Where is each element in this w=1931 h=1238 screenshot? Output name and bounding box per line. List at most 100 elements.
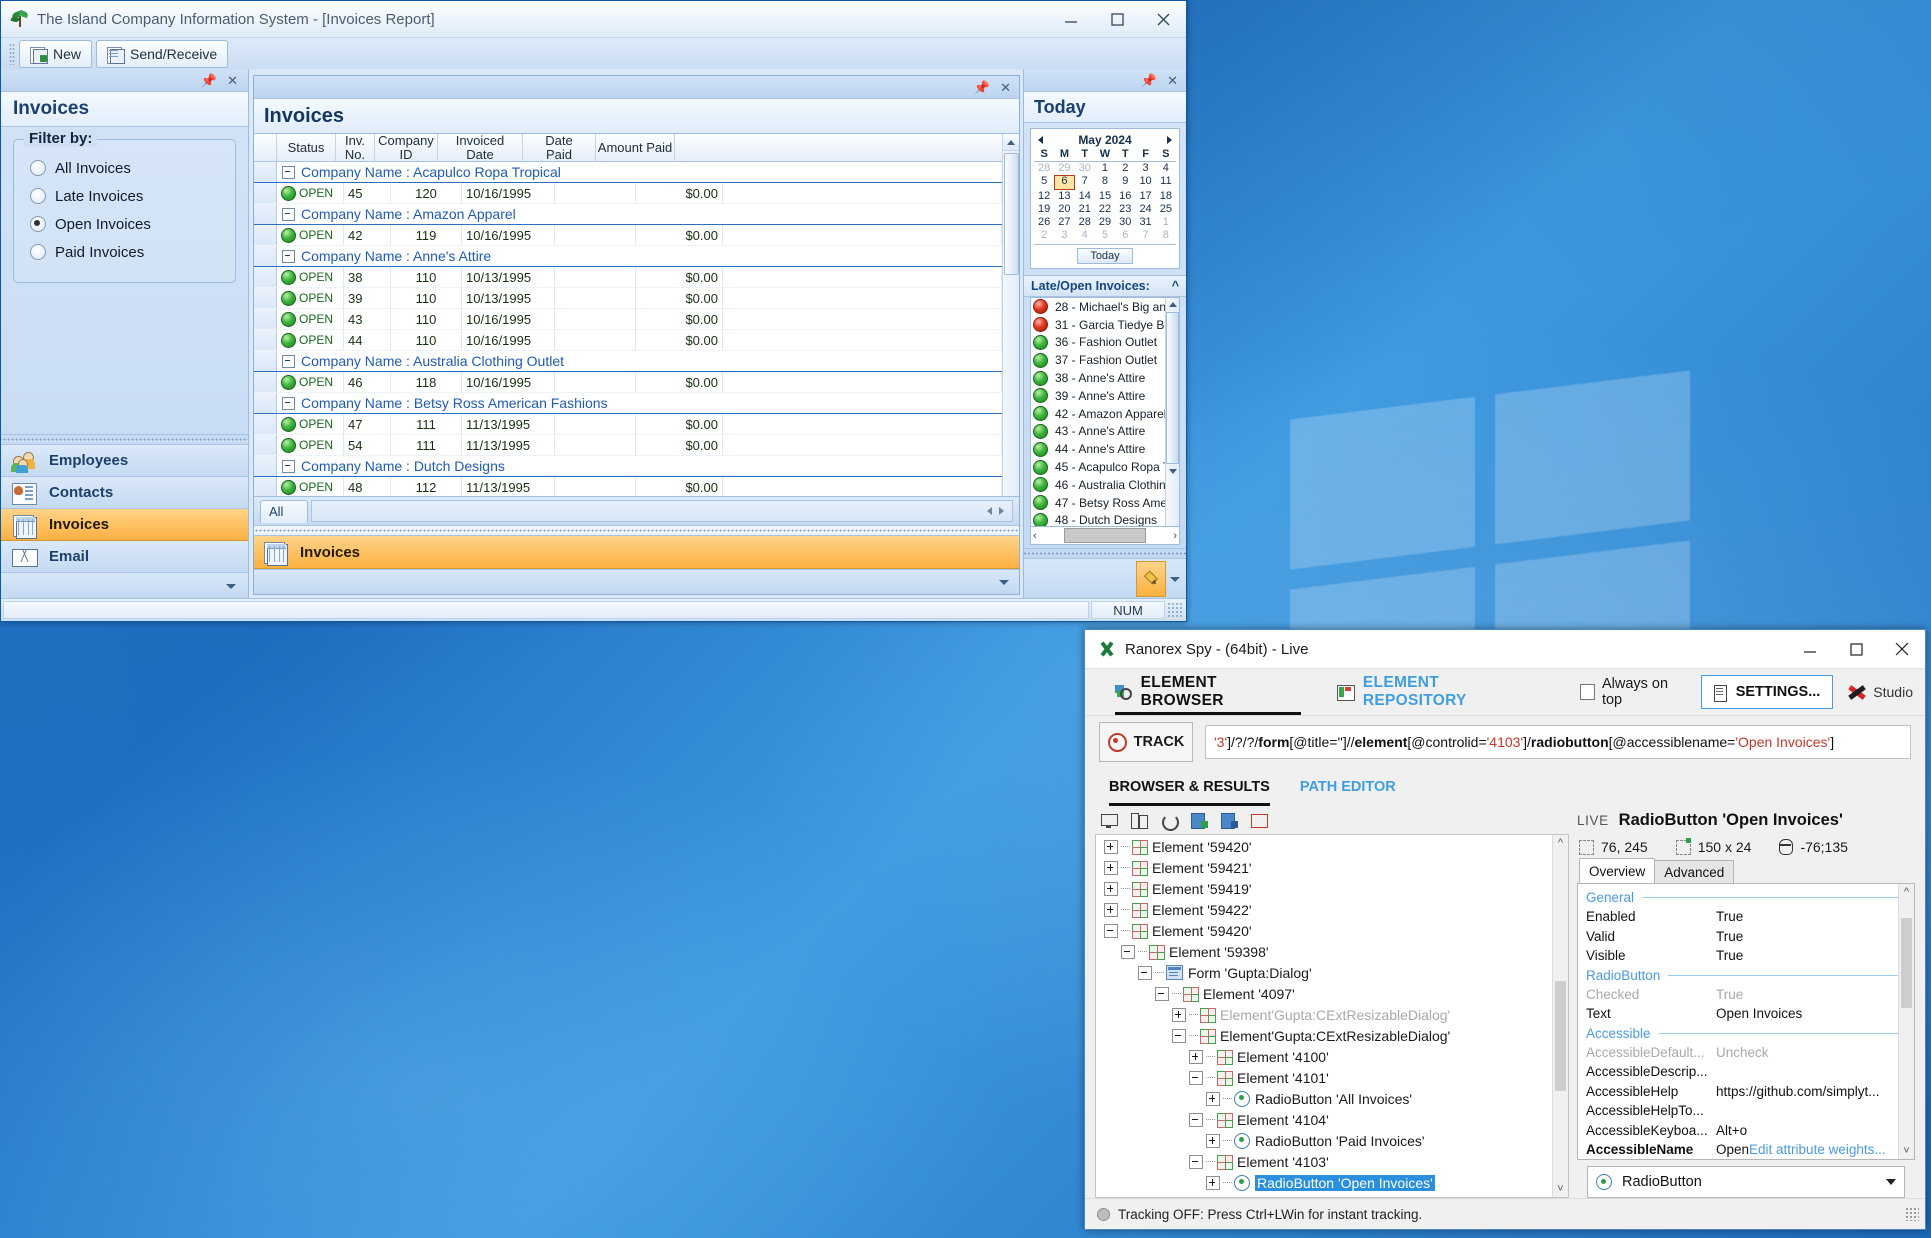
calendar-day[interactable]: 23: [1115, 203, 1135, 216]
property-row[interactable]: AccessibleHelp https://github.com/simplyt…: [1586, 1082, 1898, 1102]
tree-node[interactable]: Element'Gupta:CExtResizableDialog': [1096, 1025, 1552, 1046]
calendar-day[interactable]: 31: [1135, 216, 1155, 229]
minimize-icon[interactable]: [1048, 2, 1094, 36]
collapse-group-icon[interactable]: [282, 249, 295, 263]
calendar-day[interactable]: 28: [1034, 162, 1054, 175]
prev-month-icon[interactable]: [1038, 135, 1043, 144]
column-header-company-id[interactable]: Company ID: [375, 134, 438, 162]
track-button[interactable]: TRACK: [1099, 722, 1193, 762]
calendar-day[interactable]: 3: [1054, 229, 1074, 242]
toolbar-grip[interactable]: [9, 43, 15, 65]
property-row[interactable]: AccessibleHelpTo...: [1586, 1101, 1898, 1121]
expand-icon[interactable]: [1104, 839, 1118, 854]
grid-group-header[interactable]: Company Name : Amazon Apparel: [254, 204, 1002, 226]
scroll-thumb[interactable]: [1901, 918, 1912, 1008]
property-row[interactable]: AccessibleName OpenEdit attribute weights…: [1586, 1140, 1898, 1159]
table-row[interactable]: OPEN 48 112 11/13/1995 $0.00: [254, 477, 1002, 496]
close-pane-icon[interactable]: ✕: [227, 74, 238, 87]
expand-icon[interactable]: [1172, 1007, 1186, 1022]
calendar-day-today[interactable]: 6: [1054, 175, 1075, 190]
maximize-icon[interactable]: [1833, 630, 1879, 668]
expand-icon[interactable]: [1189, 1049, 1203, 1064]
grid-group-header[interactable]: Company Name : Australia Clothing Outlet: [254, 351, 1002, 373]
grid-group-header[interactable]: Company Name : Anne's Attire: [254, 246, 1002, 268]
tree-node-selected[interactable]: RadioButton 'Open Invoices': [1096, 1172, 1552, 1193]
row-selector[interactable]: [254, 351, 277, 372]
column-header-invoiced-date[interactable]: Invoiced Date: [438, 134, 523, 162]
property-row[interactable]: AccessibleDescrip...: [1586, 1062, 1898, 1082]
list-item[interactable]: 37 - Fashion Outlet: [1031, 351, 1165, 369]
collapse-icon[interactable]: [1155, 986, 1169, 1001]
collapse-group-icon[interactable]: [282, 165, 295, 179]
calendar-day[interactable]: 28: [1075, 216, 1095, 229]
column-header-amount-paid[interactable]: Amount Paid: [596, 134, 675, 162]
grid-group-header[interactable]: Company Name : Acapulco Ropa Tropical: [254, 162, 1002, 184]
collapse-group-icon[interactable]: [282, 207, 295, 221]
table-row[interactable]: OPEN 42 119 10/16/1995 $0.00: [254, 225, 1002, 247]
row-selector[interactable]: [254, 162, 277, 183]
add-snapshot-icon[interactable]: [1191, 812, 1208, 829]
list-item[interactable]: 44 - Anne's Attire: [1031, 440, 1165, 458]
row-selector[interactable]: [254, 456, 277, 477]
column-header-status[interactable]: Status: [277, 134, 336, 162]
devices-icon[interactable]: [1131, 812, 1148, 829]
tree-node[interactable]: Form 'Gupta:Dialog': [1096, 962, 1552, 983]
close-icon[interactable]: ✕: [1000, 81, 1011, 94]
element-tree[interactable]: Element '59420' Element '59421' Element '5…: [1095, 834, 1569, 1198]
tree-node[interactable]: Element '4103': [1096, 1151, 1552, 1172]
tree-node[interactable]: Element '4101': [1096, 1067, 1552, 1088]
calendar-day[interactable]: 13: [1054, 190, 1074, 203]
radio-late-invoices[interactable]: Late Invoices: [30, 184, 225, 208]
sidebar-item-employees[interactable]: Employees: [1, 445, 248, 477]
tab-element-repository[interactable]: ELEMENT REPOSITORY: [1337, 669, 1544, 715]
pin-icon[interactable]: 📌: [974, 81, 990, 94]
property-row[interactable]: AccessibleKeyboa... Alt+o: [1586, 1121, 1898, 1141]
property-row[interactable]: Valid True: [1586, 927, 1898, 947]
calendar-day[interactable]: 8: [1095, 175, 1115, 188]
sidebar-item-invoices[interactable]: Invoices: [1, 509, 248, 541]
calendar-day[interactable]: 2: [1115, 162, 1135, 175]
scroll-up-button[interactable]: ^: [1899, 884, 1914, 900]
calendar-day[interactable]: 12: [1034, 190, 1054, 203]
table-row[interactable]: OPEN 39 110 10/13/1995 $0.00: [254, 288, 1002, 310]
scroll-thumb[interactable]: [1166, 312, 1179, 464]
calendar-day[interactable]: 14: [1075, 190, 1095, 203]
tree-node[interactable]: Element '59420': [1096, 836, 1552, 857]
column-header-date-paid[interactable]: Date Paid: [523, 134, 596, 162]
collapse-icon[interactable]: [1189, 1112, 1203, 1127]
list-item[interactable]: 48 - Dutch Designs: [1031, 512, 1165, 526]
collapse-icon[interactable]: [1121, 944, 1135, 959]
calendar-day[interactable]: 4: [1156, 162, 1176, 175]
expand-icon[interactable]: [1206, 1091, 1220, 1106]
resize-grip[interactable]: [1905, 1207, 1919, 1221]
expand-icon[interactable]: [1189, 1196, 1203, 1197]
ptab-advanced[interactable]: Advanced: [1654, 860, 1735, 884]
expand-icon[interactable]: [1104, 902, 1118, 917]
calendar-day[interactable]: 5: [1095, 229, 1115, 242]
table-row[interactable]: OPEN 44 110 10/16/1995 $0.00: [254, 330, 1002, 352]
row-selector[interactable]: [254, 204, 277, 225]
calendar-day[interactable]: 30: [1075, 162, 1095, 175]
maximize-icon[interactable]: [1094, 2, 1140, 36]
tab-scroll-left-icon[interactable]: [987, 507, 992, 515]
list-item[interactable]: 31 - Garcia Tiedye Barn: [1031, 316, 1165, 334]
scroll-thumb[interactable]: [1003, 153, 1019, 275]
send-receive-button[interactable]: Send/Receive: [96, 40, 229, 68]
tree-node[interactable]: RadioButton 'Paid Invoices': [1096, 1130, 1552, 1151]
calendar-day[interactable]: 29: [1095, 216, 1115, 229]
table-row[interactable]: OPEN 47 111 11/13/1995 $0.00: [254, 414, 1002, 436]
row-selector[interactable]: [254, 183, 277, 204]
calendar-day[interactable]: 22: [1095, 203, 1115, 216]
pin-icon[interactable]: 📌: [201, 74, 217, 87]
column-header-inv-no[interactable]: Inv. No.: [336, 134, 375, 162]
chevron-down-icon[interactable]: [1170, 576, 1180, 582]
notes-button[interactable]: [1136, 561, 1166, 597]
collapse-icon[interactable]: [1189, 1154, 1203, 1169]
row-selector[interactable]: [254, 309, 277, 330]
expand-icon[interactable]: [1104, 860, 1118, 875]
subtab-browser-results[interactable]: BROWSER & RESULTS: [1109, 768, 1270, 806]
scroll-thumb-horizontal[interactable]: [1064, 528, 1146, 543]
calendar-today-button[interactable]: Today: [1077, 248, 1133, 264]
pin-icon[interactable]: 📌: [1141, 74, 1157, 87]
calendar-day[interactable]: 5: [1034, 175, 1054, 188]
